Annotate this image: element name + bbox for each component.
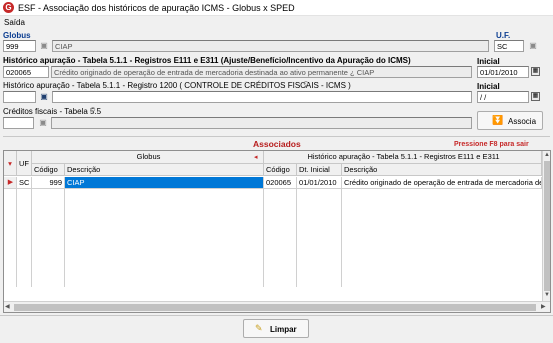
exit-hint: Pressione F8 para sair — [454, 141, 529, 148]
historico-apuracao-label: Histórico apuração - Tabela 5.1.1 - Regi… — [3, 56, 411, 65]
indicator-header: ▾ — [4, 151, 17, 176]
table-cell-dt-inicial[interactable]: 01/01/2010 — [297, 177, 342, 188]
associados-title: Associados — [253, 139, 301, 149]
descricao-column-header[interactable]: Descrição — [65, 164, 264, 176]
creditos-fiscais-search-icon[interactable]: ▣ — [37, 118, 49, 128]
table-cell-uf[interactable]: SC — [17, 177, 32, 188]
codigo-column-header[interactable]: Código — [32, 164, 65, 176]
table-cell-descricao2[interactable]: Crédito originado de operação de entrada… — [342, 177, 542, 188]
group-arrow-icon: ◂ — [254, 154, 258, 161]
inicial-label: Inicial — [477, 57, 500, 66]
column-line — [64, 177, 65, 287]
column-line — [341, 177, 342, 287]
column-line — [16, 177, 17, 287]
historico-apuracao-code-field[interactable]: 020065 — [3, 66, 49, 78]
historico-group-header: Histórico apuração - Tabela 5.1.1 - Regi… — [264, 151, 542, 164]
creditos-fiscais-code-field[interactable] — [3, 117, 34, 129]
associa-label: Associa — [508, 117, 537, 126]
creditos-fiscais-label: Créditos fiscais - Tabela 5.5 — [3, 107, 102, 116]
limpar-button[interactable]: ✎ Limpar — [243, 319, 309, 338]
calendar-2-icon[interactable]: ▦ — [531, 92, 540, 101]
scroll-thumb[interactable] — [544, 161, 550, 291]
historico-1200-search-icon[interactable]: ▣ — [38, 92, 50, 102]
globus-code-field[interactable]: 999 — [3, 40, 36, 52]
double-down-arrow-icon: ⏬ — [492, 115, 504, 125]
separator — [3, 136, 550, 137]
column-line — [31, 177, 32, 287]
globus-group-header: Globus — [32, 151, 264, 164]
pin-icon: ⚲ — [303, 80, 309, 89]
app-icon: G — [3, 2, 14, 13]
associados-grid[interactable]: ▾ UF Globus ◂ Histórico apuração - Tabel… — [3, 150, 551, 313]
globus-search-icon[interactable]: ▣ — [38, 41, 50, 51]
limpar-label: Limpar — [270, 325, 297, 334]
vertical-scrollbar[interactable]: ▲ ▼ — [542, 151, 550, 301]
associa-button[interactable]: ⏬ Associa — [477, 111, 543, 130]
inicial-2-label: Inicial — [477, 82, 500, 91]
broom-icon: ✎ — [255, 323, 263, 333]
row-divider — [4, 188, 542, 189]
uf-column-header[interactable]: UF — [17, 151, 32, 176]
window-title: ESF - Associação dos históricos de apura… — [18, 3, 295, 13]
table-cell-codigo[interactable]: 999 — [32, 177, 65, 188]
table-cell-descricao[interactable]: CIAP — [65, 177, 264, 188]
footer-separator — [0, 315, 553, 316]
column-line — [296, 177, 297, 287]
uf-label: U.F. — [496, 31, 511, 40]
historico-1200-code-field[interactable] — [3, 91, 36, 103]
globus-description-field: CIAP — [52, 40, 489, 52]
horizontal-scroll-thumb[interactable] — [14, 304, 536, 311]
uf-search-icon[interactable]: ▣ — [527, 41, 539, 51]
codigo2-column-header[interactable]: Código — [264, 164, 297, 176]
globus-label: Globus — [3, 31, 31, 40]
scroll-down-icon[interactable]: ▼ — [543, 292, 551, 298]
calendar-icon[interactable]: ▦ — [531, 67, 540, 76]
inicial-2-date-field[interactable]: / / — [477, 91, 529, 103]
table-cell-codigo2[interactable]: 020065 — [264, 177, 297, 188]
scroll-left-icon[interactable]: ◀ — [5, 303, 10, 310]
creditos-fiscais-description-field — [51, 117, 472, 129]
horizontal-scrollbar[interactable]: ◀ ▶ — [4, 301, 550, 312]
descricao2-column-header[interactable]: Descrição — [342, 164, 542, 176]
historico-1200-label: Histórico apuração - Tabela 5.1.1 - Regi… — [3, 81, 351, 90]
column-line — [263, 177, 264, 287]
uf-field[interactable]: SC — [494, 40, 524, 52]
historico-1200-description-field — [52, 91, 472, 103]
menu-item-saida[interactable]: Saída — [4, 18, 25, 27]
scroll-up-icon[interactable]: ▲ — [543, 152, 551, 158]
scroll-right-icon[interactable]: ▶ — [541, 303, 546, 310]
historico-apuracao-description-field: Crédito originado de operação de entrada… — [51, 66, 472, 78]
pin-2-icon: ⚲ — [90, 106, 96, 115]
menu-bar — [0, 16, 553, 29]
dt-inicial-column-header[interactable]: Dt. Inicial — [297, 164, 342, 176]
inicial-date-field[interactable]: 01/01/2010 — [477, 66, 529, 78]
